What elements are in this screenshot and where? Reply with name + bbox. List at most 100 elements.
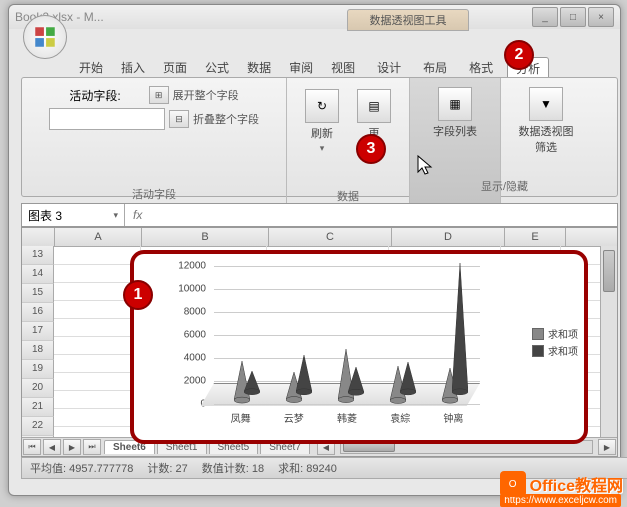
plot-region <box>214 266 480 404</box>
field-list-label: 字段列表 <box>433 123 477 139</box>
status-sum-label: 求和: <box>278 463 303 475</box>
y-tick: 6000 <box>184 330 206 341</box>
close-button[interactable]: × <box>588 7 614 27</box>
col-header-B[interactable]: B <box>142 228 269 246</box>
col-header-E[interactable]: E <box>505 228 566 246</box>
legend-item[interactable]: 求和项 <box>532 343 578 358</box>
x-label: 袁綜 <box>374 410 427 430</box>
row-header-20[interactable]: 20 <box>22 379 54 398</box>
row-headers: 1314151617181920212223 <box>22 246 54 438</box>
row-header-17[interactable]: 17 <box>22 322 54 341</box>
tab-nav-first[interactable]: ⏮ <box>23 439 41 455</box>
vscroll-thumb[interactable] <box>603 250 615 292</box>
tab-设计[interactable]: 设计 <box>369 57 409 79</box>
group-label-active-field: 活动字段 <box>22 186 286 202</box>
tab-nav-last[interactable]: ⏭ <box>83 439 101 455</box>
row-header-13[interactable]: 13 <box>22 246 54 265</box>
row-header-16[interactable]: 16 <box>22 303 54 322</box>
office-button[interactable] <box>23 15 67 59</box>
tab-数据[interactable]: 数据 <box>239 57 279 79</box>
y-tick: 10000 <box>178 284 206 295</box>
name-box-dropdown-icon[interactable]: ▾ <box>113 210 118 221</box>
chart-legend[interactable]: 求和项求和项 <box>532 324 578 360</box>
maximize-button[interactable]: □ <box>560 7 586 27</box>
refresh-button[interactable]: ↻ 刷新 ▾ <box>300 84 344 159</box>
select-all-corner[interactable] <box>22 228 55 246</box>
col-header-A[interactable]: A <box>55 228 142 246</box>
row-header-21[interactable]: 21 <box>22 398 54 417</box>
tab-开始[interactable]: 开始 <box>71 57 111 79</box>
change-source-icon: ▤ <box>357 89 391 123</box>
tab-插入[interactable]: 插入 <box>113 57 153 79</box>
legend-item[interactable]: 求和项 <box>532 326 578 341</box>
tab-nav-next[interactable]: ▶ <box>63 439 81 455</box>
pivot-filter-label: 数据透视图 筛选 <box>519 123 574 155</box>
refresh-label: 刷新 <box>311 125 333 141</box>
field-list-icon: ▦ <box>438 87 472 121</box>
tab-审阅[interactable]: 审阅 <box>281 57 321 79</box>
status-sum-value: 89240 <box>306 463 337 475</box>
hscroll-right[interactable]: ▶ <box>598 439 616 455</box>
row-header-14[interactable]: 14 <box>22 265 54 284</box>
chart-cone[interactable] <box>452 263 468 396</box>
fx-icon[interactable]: fx <box>133 208 142 222</box>
tab-公式[interactable]: 公式 <box>197 57 237 79</box>
vertical-scrollbar[interactable] <box>600 246 617 438</box>
collapse-field-label[interactable]: 折叠整个字段 <box>193 111 259 127</box>
pivot-chart[interactable]: 020004000600080001000012000 凤舞云梦韩菱袁綜钟离 求… <box>130 250 588 444</box>
chart-cone[interactable] <box>348 367 364 396</box>
pivot-filter-button[interactable]: ▼ 数据透视图 筛选 <box>514 82 579 160</box>
callout-3: 3 <box>356 134 386 164</box>
x-label: 云梦 <box>267 410 320 430</box>
y-tick: 12000 <box>178 261 206 272</box>
name-box[interactable]: 图表 3 ▾ <box>22 204 125 226</box>
tab-nav-prev[interactable]: ◀ <box>43 439 61 455</box>
column-headers: ABCDE <box>22 228 617 247</box>
row-header-22[interactable]: 22 <box>22 417 54 436</box>
callout-1: 1 <box>123 280 153 310</box>
contextual-tab-label: 数据透视图工具 <box>347 9 469 31</box>
name-box-value: 图表 3 <box>28 207 62 224</box>
tab-布局[interactable]: 布局 <box>415 57 455 79</box>
row-header-15[interactable]: 15 <box>22 284 54 303</box>
tab-视图[interactable]: 视图 <box>323 57 363 79</box>
col-header-D[interactable]: D <box>392 228 505 246</box>
funnel-icon: ▼ <box>529 87 563 121</box>
col-header-C[interactable]: C <box>269 228 392 246</box>
formula-bar-row: 图表 3 ▾ fx <box>21 203 618 227</box>
status-count-value: 27 <box>175 463 187 475</box>
status-numcount-value: 18 <box>252 463 264 475</box>
group-data: ↻ 刷新 ▾ ▤ 更 数据 <box>287 78 410 206</box>
expand-field-label[interactable]: 展开整个字段 <box>173 87 239 103</box>
chart-cone[interactable] <box>244 371 260 396</box>
x-axis-labels: 凤舞云梦韩菱袁綜钟离 <box>214 410 480 430</box>
x-label: 钟离 <box>427 410 480 430</box>
office-icon <box>32 24 58 50</box>
status-avg-value: 4957.777778 <box>69 463 133 475</box>
field-list-button[interactable]: ▦ 字段列表 <box>428 82 482 144</box>
group-label-data: 数据 <box>287 188 409 204</box>
expand-field-icon[interactable]: ⊞ <box>149 86 169 104</box>
collapse-field-icon[interactable]: ⊟ <box>169 110 189 128</box>
active-field-input[interactable] <box>49 108 165 130</box>
tab-页面[interactable]: 页面 <box>155 57 195 79</box>
tab-格式[interactable]: 格式 <box>461 57 501 79</box>
titlebar: Book2.xlsx - M... _ □ × <box>9 5 620 29</box>
y-axis: 020004000600080001000012000 <box>170 266 210 404</box>
minimize-button[interactable]: _ <box>532 7 558 27</box>
status-count-label: 计数: <box>147 463 172 475</box>
watermark-text: Office教程网 <box>530 472 623 496</box>
chart-cone[interactable] <box>400 362 416 396</box>
y-tick: 4000 <box>184 353 206 364</box>
active-field-label: 活动字段: <box>69 87 120 104</box>
watermark: O Office教程网 <box>500 471 623 497</box>
row-header-19[interactable]: 19 <box>22 360 54 379</box>
row-header-18[interactable]: 18 <box>22 341 54 360</box>
group-label-show-hide: 显示/隐藏 <box>398 178 611 194</box>
refresh-icon: ↻ <box>305 89 339 123</box>
watermark-badge-icon: O <box>500 471 526 497</box>
x-label: 韩菱 <box>320 410 373 430</box>
chart-cone[interactable] <box>296 355 312 396</box>
y-tick: 8000 <box>184 307 206 318</box>
callout-2: 2 <box>504 40 534 70</box>
